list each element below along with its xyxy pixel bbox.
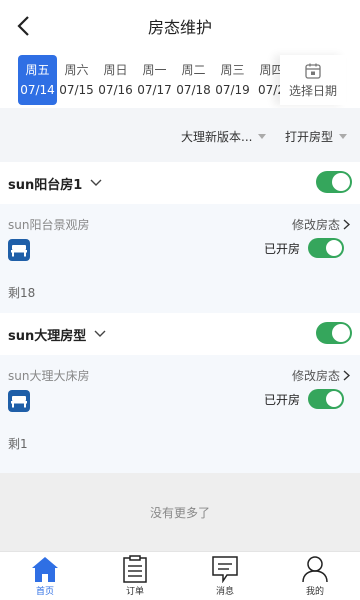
user-icon: [302, 556, 328, 583]
tab-messages[interactable]: 消息: [180, 552, 270, 600]
weekday-label: 周二: [181, 63, 206, 77]
weekday-label: 周三: [220, 63, 245, 77]
room-group: sun大理房型 sun大理大床房 修改房态 已开房 剩1: [0, 313, 360, 473]
edit-room-status-link[interactable]: 修改房态: [292, 367, 350, 384]
date-label: 07/14: [20, 83, 55, 97]
bed-icon: [8, 390, 30, 412]
weekday-label: 周日: [103, 63, 128, 77]
chevron-right-icon: [343, 219, 350, 230]
weekday-label: 周六: [64, 63, 89, 77]
room-status-label: 已开房: [263, 241, 300, 256]
room-group-toggle[interactable]: [316, 322, 352, 344]
date-item[interactable]: 周六 07/15: [57, 55, 96, 105]
bed-icon: [8, 239, 30, 261]
chevron-down-icon: [90, 179, 102, 186]
date-label: 07/17: [137, 83, 172, 97]
back-button[interactable]: [10, 12, 36, 40]
message-icon: [212, 556, 238, 583]
date-list: 周五 07/14 周六 07/15 周日 07/16 周一 07/17 周二 07/18 …: [18, 55, 286, 105]
tab-label: 消息: [215, 587, 234, 597]
tab-label: 首页: [35, 587, 54, 597]
date-item[interactable]: 周一 07/17: [135, 55, 174, 105]
remaining-count: 剩1: [8, 437, 28, 451]
room-name: sun大理大床房: [8, 369, 90, 383]
tab-orders[interactable]: 订单: [90, 552, 180, 600]
date-label: 07/15: [59, 83, 94, 97]
room-status-row: 已开房: [264, 389, 344, 409]
date-label: 07/16: [98, 83, 133, 97]
room-group-header[interactable]: sun阳台房1: [0, 162, 360, 204]
dropdown-arrow-icon: [258, 134, 267, 139]
no-more-text: 没有更多了: [0, 473, 360, 551]
room-group-header[interactable]: sun大理房型: [0, 313, 360, 355]
date-label: 07/19: [215, 83, 250, 97]
date-bar: 周五 07/14 周六 07/15 周日 07/16 周一 07/17 周二 07/18 …: [0, 52, 360, 108]
room-group-name: sun大理房型: [8, 328, 87, 344]
room-card: sun大理大床房 修改房态 已开房 剩1: [0, 355, 360, 473]
date-label: 07/18: [176, 83, 211, 97]
room-status-label: 已开房: [263, 392, 300, 407]
select-date-button[interactable]: 选择日期: [280, 55, 346, 105]
weekday-label: 周五: [25, 63, 50, 77]
hotel-filter[interactable]: 大理新版本...: [181, 128, 267, 145]
room-card: sun阳台景观房 修改房态 已开房 剩18: [0, 204, 360, 314]
room-name: sun阳台景观房: [8, 218, 90, 232]
page-title: 房态维护: [147, 18, 212, 37]
remaining-count: 剩18: [8, 286, 36, 300]
tab-profile[interactable]: 我的: [270, 552, 360, 600]
header: 房态维护: [0, 0, 360, 52]
date-item[interactable]: 周日 07/16: [96, 55, 135, 105]
back-arrow-icon: [17, 16, 29, 36]
tab-label: 订单: [125, 587, 144, 597]
date-item[interactable]: 周二 07/18: [174, 55, 213, 105]
room-status-toggle[interactable]: [308, 238, 344, 258]
date-item[interactable]: 周五 07/14: [18, 55, 57, 105]
room-group-toggle[interactable]: [316, 171, 352, 193]
room-status-toggle[interactable]: [308, 389, 344, 409]
room-group-name: sun阳台房1: [8, 177, 83, 193]
hotel-filter-label: 大理新版本...: [181, 130, 253, 144]
clipboard-icon: [123, 555, 147, 583]
room-group: sun阳台房1 sun阳台景观房 修改房态 已开房 剩18: [0, 162, 360, 314]
weekday-label: 周一: [142, 63, 167, 77]
chevron-right-icon: [343, 370, 350, 381]
dropdown-arrow-icon: [339, 134, 348, 139]
filter-bar: 大理新版本... 打开房型: [0, 108, 360, 162]
bottom-tab-bar: 首页 订单 消息 我的: [0, 551, 360, 600]
calendar-icon: [305, 63, 321, 79]
chevron-down-icon: [94, 330, 106, 337]
edit-room-status-label: 修改房态: [291, 369, 340, 383]
home-icon: [32, 557, 58, 582]
room-type-filter-label: 打开房型: [285, 130, 334, 144]
edit-room-status-label: 修改房态: [291, 218, 340, 232]
edit-room-status-link[interactable]: 修改房态: [292, 216, 350, 233]
tab-home[interactable]: 首页: [0, 552, 90, 600]
tab-label: 我的: [305, 587, 324, 597]
date-item[interactable]: 周三 07/19: [213, 55, 252, 105]
select-date-label: 选择日期: [288, 83, 337, 98]
room-status-row: 已开房: [264, 238, 344, 258]
room-type-filter[interactable]: 打开房型: [285, 128, 348, 145]
